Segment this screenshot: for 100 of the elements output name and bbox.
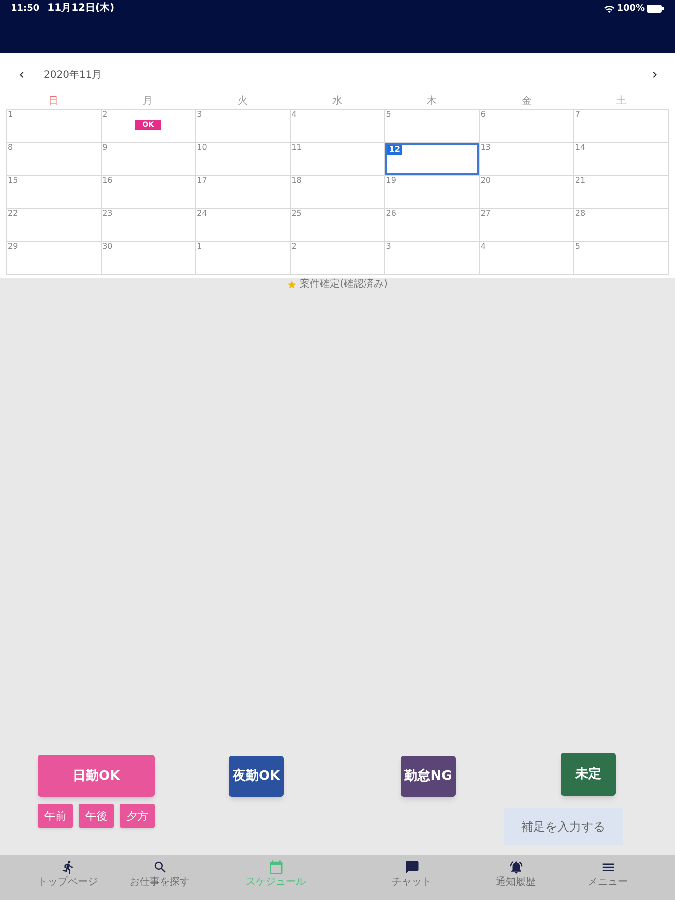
status-time: 11:50 [11, 4, 40, 14]
calendar-cell[interactable]: 3 [385, 242, 479, 274]
calendar-cell[interactable]: 2 [290, 242, 384, 274]
calendar-cell[interactable]: 12 [385, 143, 479, 175]
date-number: 25 [292, 210, 302, 218]
calendar-cell[interactable]: 29 [7, 242, 101, 274]
calendar-cell[interactable]: 28 [574, 209, 668, 241]
date-number: 3 [386, 243, 392, 251]
weekday-label: 火 [238, 97, 248, 107]
star-icon [287, 280, 298, 290]
date-number: 4 [480, 243, 486, 251]
time-slot-button[interactable]: 夕方 [120, 804, 155, 828]
calendar-cell[interactable]: 26 [385, 209, 479, 241]
month-title: 2020年11月 [44, 68, 102, 82]
date-number: 22 [8, 210, 18, 218]
date-number: 10 [197, 144, 208, 152]
date-number: 17 [197, 177, 208, 185]
date-number: 3 [197, 111, 202, 119]
date-number: 19 [386, 177, 396, 185]
tab-bar-item[interactable]: トップページ [22, 860, 114, 888]
calendar-cell[interactable]: 15 [7, 176, 101, 208]
runner-icon [60, 860, 76, 875]
time-slot-button[interactable]: 午後 [79, 804, 114, 828]
date-number: 18 [292, 177, 302, 185]
tab-bar-item[interactable]: メニュー [562, 860, 654, 888]
calendar-cell[interactable]: 21 [574, 176, 668, 208]
calendar-cell[interactable]: 11 [290, 143, 384, 175]
date-number: 30 [102, 243, 113, 251]
date-number: 27 [480, 210, 492, 218]
weekday-label: 月 [143, 97, 154, 107]
weekday-label: 土 [616, 97, 627, 107]
note-input-button[interactable]: 補足を入力する [504, 808, 623, 845]
calendar-cell[interactable]: 9 [102, 143, 196, 175]
calendar-cell[interactable]: 4 [290, 110, 384, 142]
calendar-cell[interactable]: 1 [7, 110, 101, 142]
calendar-cell[interactable]: 27 [480, 209, 574, 241]
calendar-cell[interactable]: 4 [480, 242, 574, 274]
weekday-label: 水 [332, 97, 342, 107]
calendar-cell[interactable]: 18 [290, 176, 384, 208]
calendar-cell[interactable]: 30 [102, 242, 196, 274]
date-number: 9 [102, 144, 108, 152]
date-number: 11 [292, 144, 302, 152]
date-number: 4 [292, 111, 297, 119]
wifi-icon [604, 4, 616, 14]
date-number: 2 [292, 243, 297, 251]
action-button[interactable]: 未定 [561, 753, 616, 796]
calendar-cell[interactable]: 14 [574, 143, 668, 175]
calendar-cell[interactable]: 5 [385, 110, 479, 142]
date-number: 1 [8, 111, 14, 119]
date-number: 15 [8, 177, 18, 185]
calendar-cell[interactable]: 10 [196, 143, 290, 175]
date-number: 8 [8, 144, 14, 152]
calendar-cell[interactable]: 8 [7, 143, 101, 175]
tab-bar-item[interactable]: 通知履歴 [470, 860, 562, 888]
date-number: 23 [102, 210, 113, 218]
calendar-cell[interactable]: 16 [102, 176, 196, 208]
calendar-cell[interactable]: 22 [7, 209, 101, 241]
action-button[interactable]: 日勤OK [38, 755, 155, 797]
date-number: 1 [197, 243, 202, 251]
action-button[interactable]: 勤怠NG [401, 756, 456, 797]
date-number: 16 [102, 177, 113, 185]
date-number: 12 [387, 145, 402, 155]
calendar-cell[interactable]: 13 [480, 143, 574, 175]
date-number: 14 [575, 144, 586, 152]
date-number: 21 [575, 177, 586, 185]
weekday-label: 日 [48, 97, 58, 107]
weekday-label: 金 [522, 97, 532, 107]
chat-bubble-icon [404, 860, 420, 875]
battery-percent: 100% [617, 4, 645, 14]
calendar-cell[interactable]: 6 [480, 110, 574, 142]
legend-label: 案件確定(確認済み) [300, 280, 388, 290]
date-number: 28 [575, 210, 586, 218]
calendar-cell[interactable]: 1 [196, 242, 290, 274]
tab-bar-item[interactable]: お仕事を探す [114, 860, 206, 888]
time-slot-button[interactable]: 午前 [38, 804, 73, 828]
battery-icon [647, 5, 664, 13]
calendar-cell[interactable]: 23 [102, 209, 196, 241]
calendar-cell[interactable]: 3 [196, 110, 290, 142]
date-number: 13 [480, 144, 492, 152]
search-icon [152, 860, 168, 875]
action-button[interactable]: 夜勤OK [229, 756, 284, 797]
date-number: 6 [480, 111, 486, 119]
calendar-cell[interactable]: 17 [196, 176, 290, 208]
tab-bar-item[interactable]: チャット [366, 860, 458, 888]
status-date: 11月12日(木) [48, 4, 115, 14]
calendar-cell[interactable]: 24 [196, 209, 290, 241]
date-number: 29 [8, 243, 18, 251]
calendar-cell[interactable]: 25 [290, 209, 384, 241]
date-number: 5 [575, 243, 581, 251]
calendar-cell[interactable]: 20 [480, 176, 574, 208]
bell-icon [508, 860, 524, 875]
calendar-cell[interactable]: 19 [385, 176, 479, 208]
date-number: 24 [197, 210, 208, 218]
calendar-cell[interactable]: 7 [574, 110, 668, 142]
calendar-icon [268, 860, 284, 875]
date-number: 20 [480, 177, 492, 185]
date-number: 2 [102, 111, 108, 119]
date-number: 5 [386, 111, 392, 119]
weekday-label: 木 [427, 97, 438, 107]
calendar-cell[interactable]: 5 [574, 242, 668, 274]
